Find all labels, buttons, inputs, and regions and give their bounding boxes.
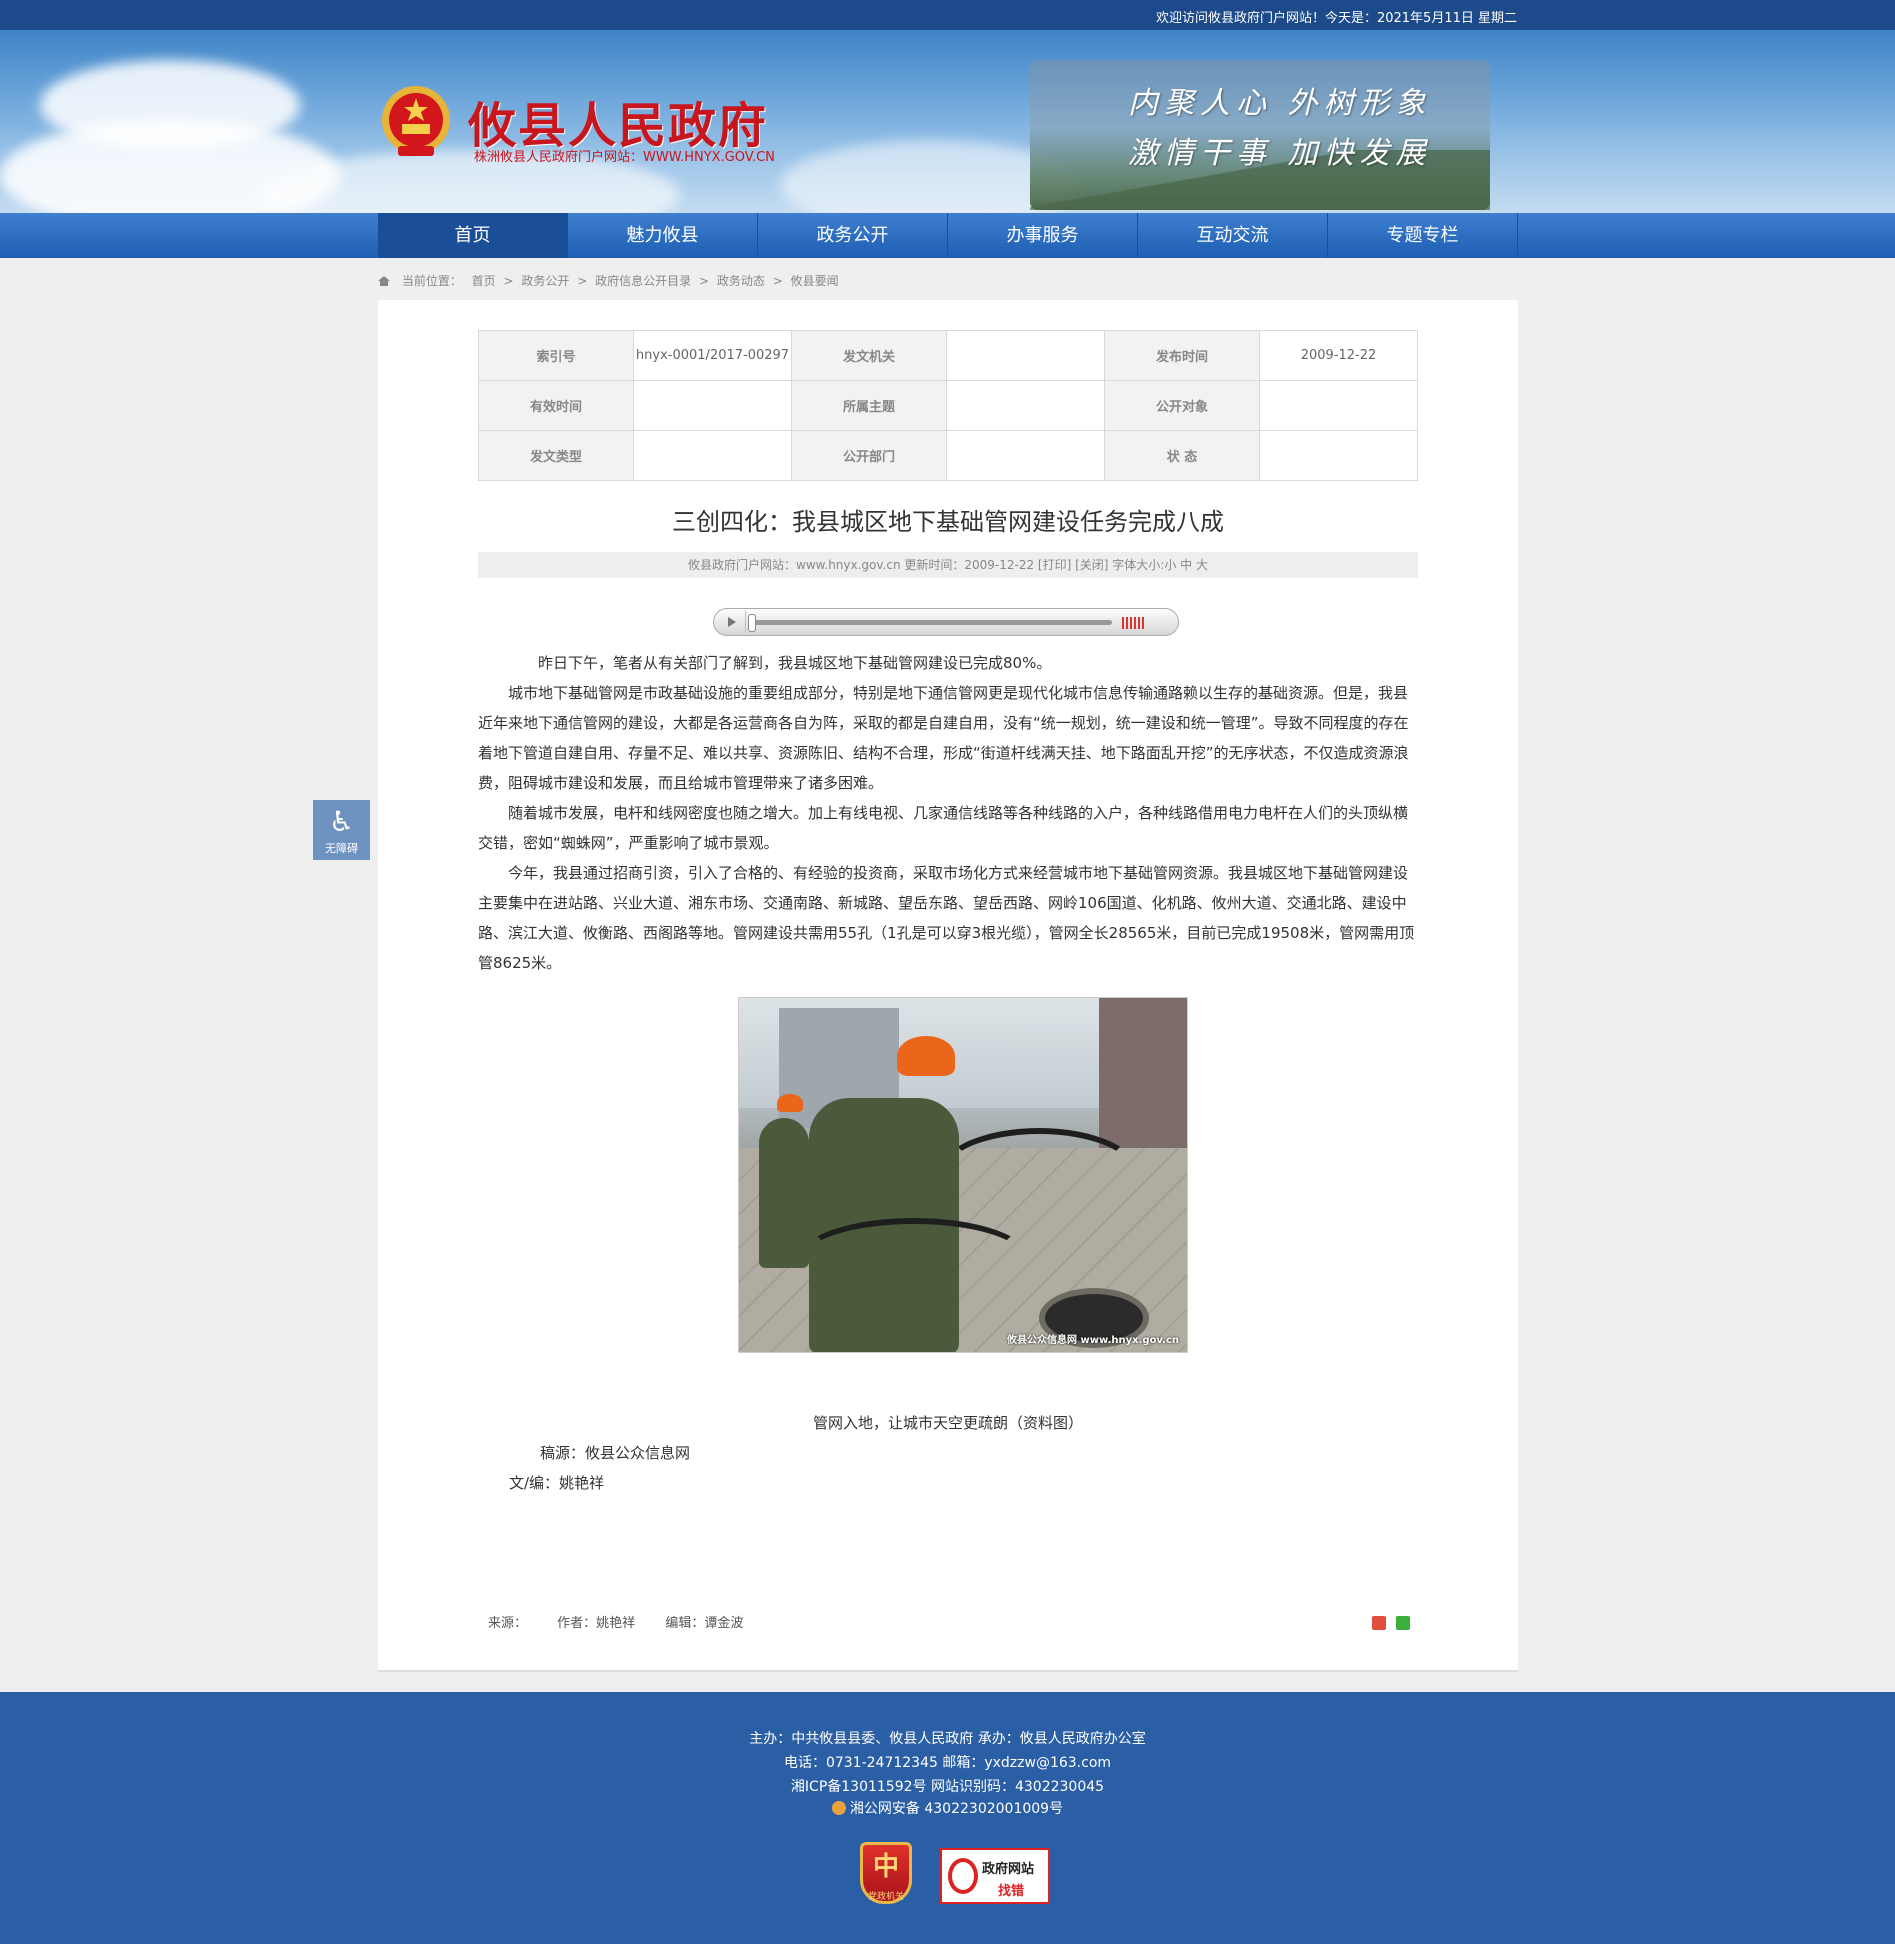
photo-cable (939, 1128, 1139, 1218)
meta-value: 2009-12-22 (1259, 330, 1418, 381)
party-gov-badge-glyph: 中 (872, 1852, 899, 1882)
audio-progress-handle[interactable] (748, 614, 756, 632)
meta-label: 索引号 (478, 330, 634, 381)
meta-label: 公开部门 (791, 430, 947, 481)
breadcrumb-item-home[interactable]: 首页 (472, 274, 496, 288)
metadata-table: 索引号 hnyx-0001/2017-00297 发文机关 发布时间 2009-… (478, 330, 1418, 481)
breadcrumb-item-catalog[interactable]: 政府信息公开目录 (595, 274, 691, 288)
article-title: 三创四化：我县城区地下基础管网建设任务完成八成 (672, 508, 1224, 536)
nav-item-services[interactable]: 办事服务 (948, 213, 1138, 258)
photo-worker (759, 1118, 809, 1268)
main-nav: 首页 魅力攸县 政务公开 办事服务 互动交流 专题专栏 (0, 213, 1895, 258)
article-editor: 文/编：姚艳祥 (509, 1474, 605, 1492)
nav-item-charm[interactable]: 魅力攸县 (568, 213, 758, 258)
error-badge-action: 找错 (998, 1884, 1025, 1899)
party-gov-badge[interactable]: 中 党政机关 (860, 1842, 912, 1904)
breadcrumb-separator: > (503, 274, 514, 288)
welcome-text: 欢迎访问攸县政府门户网站！今天是：2021年5月11日 星期二 (1155, 11, 1517, 26)
site-footer: 主办：中共攸县县委、攸县人民政府 承办：攸县人民政府办公室 电话：0731-24… (0, 1692, 1895, 1944)
footer-source: 来源： (488, 1616, 528, 1631)
article-photo: 攸县公众信息网 www.hnyx.gov.cn (738, 997, 1188, 1353)
gov-site-error-report-badge[interactable]: 政府网站 找错 (940, 1848, 1050, 1904)
breadcrumb-prefix: 当前位置： (401, 274, 462, 288)
meta-label: 有效时间 (478, 380, 634, 431)
breadcrumb: 当前位置： 首页 > 政务公开 > 政府信息公开目录 > 政务动态 > 攸县要闻 (378, 272, 839, 289)
police-badge-icon (831, 1801, 846, 1815)
wheelchair-icon: ♿ (328, 805, 355, 838)
article-panel: 索引号 hnyx-0001/2017-00297 发文机关 发布时间 2009-… (378, 300, 1518, 1672)
play-button[interactable] (716, 611, 746, 633)
meta-value (1259, 430, 1418, 481)
nav-item-interaction[interactable]: 互动交流 (1138, 213, 1328, 258)
header-banner: 内聚人心 外树形象 激情干事 加快发展 攸县人民政府 株洲攸县人民政府门户网站：… (0, 30, 1895, 213)
meta-value (1259, 380, 1418, 431)
meta-value (633, 430, 792, 481)
footer-author: 作者：姚艳祥 (557, 1616, 636, 1631)
article-footer-meta: 来源： 作者：姚艳祥 编辑：谭金波 (488, 1612, 769, 1631)
nav-item-gov-affairs[interactable]: 政务公开 (758, 213, 948, 258)
footer-organizer: 主办：中共攸县县委、攸县人民政府 承办：攸县人民政府办公室 (749, 1731, 1146, 1747)
footer-icp[interactable]: 湘ICP备13011592号 网站识别码：4302230045 (0, 1776, 1895, 1796)
breadcrumb-item-gov-affairs[interactable]: 政务公开 (521, 274, 569, 288)
top-bar: 欢迎访问攸县政府门户网站！今天是：2021年5月11日 星期二 (0, 0, 1895, 30)
article-paragraph: 随着城市发展，电杆和线网密度也随之增大。加上有线电视、几家通信线路等各种线路的入… (478, 804, 1409, 852)
article-source: 稿源：攸县公众信息网 (540, 1444, 691, 1462)
article-paragraph: 昨日下午，笔者从有关部门了解到，我县城区地下基础管网建设已完成80%。 (538, 654, 1052, 672)
weibo-share-icon[interactable] (1372, 1616, 1386, 1630)
volume-icon[interactable] (1122, 617, 1146, 629)
meta-label: 发布时间 (1104, 330, 1260, 381)
article-paragraph: 城市地下基础管网是市政基础设施的重要组成部分，特别是地下通信管网更是现代化城市信… (478, 684, 1409, 792)
meta-value (946, 380, 1105, 431)
photo-cable (799, 1218, 1029, 1298)
breadcrumb-item-county-news[interactable]: 攸县要闻 (791, 274, 839, 288)
article-info-bar: 攸县政府门户网站：www.hnyx.gov.cn 更新时间：2009-12-22… (478, 552, 1418, 578)
breadcrumb-separator: > (772, 274, 783, 288)
meta-value (946, 430, 1105, 481)
meta-label: 状 态 (1104, 430, 1260, 481)
meta-label: 发文机关 (791, 330, 947, 381)
audio-player (713, 608, 1179, 636)
party-gov-badge-text: 党政机关 (867, 1892, 904, 1902)
meta-label: 公开对象 (1104, 380, 1260, 431)
nav-item-home[interactable]: 首页 (378, 213, 568, 258)
magnifier-icon (948, 1858, 978, 1894)
breadcrumb-separator: > (577, 274, 588, 288)
breadcrumb-item-news[interactable]: 政务动态 (717, 274, 765, 288)
meta-value (946, 330, 1105, 381)
footer-police-record[interactable]: 湘公网安备 43022302001009号 (0, 1798, 1895, 1818)
audio-progress-track[interactable] (752, 620, 1112, 625)
footer-police-text: 湘公网安备 43022302001009号 (849, 1801, 1064, 1817)
home-icon (378, 276, 390, 286)
accessibility-button[interactable]: ♿ 无障碍 (313, 800, 370, 860)
article-body: 昨日下午，笔者从有关部门了解到，我县城区地下基础管网建设已完成80%。 城市地下… (478, 648, 1418, 978)
photo-helmet (777, 1094, 803, 1112)
footer-contact: 电话：0731-24712345 邮箱：yxdzzw@163.com (783, 1755, 1112, 1771)
national-emblem-icon (382, 86, 450, 156)
slogan-line-2: 激情干事 加快发展 (1128, 136, 1432, 171)
error-badge-title: 政府网站 (982, 1862, 1035, 1877)
meta-label: 发文类型 (478, 430, 634, 481)
photo-watermark: 攸县公众信息网 www.hnyx.gov.cn (1007, 1335, 1179, 1346)
accessibility-label: 无障碍 (325, 842, 358, 855)
meta-label: 所属主题 (791, 380, 947, 431)
photo-helmet (897, 1036, 955, 1076)
footer-editor: 编辑：谭金波 (665, 1616, 744, 1631)
article-paragraph: 今年，我县通过招商引资，引入了合格的、有经验的投资商，采取市场化方式来经营城市地… (478, 864, 1415, 972)
photo-caption: 管网入地，让城市天空更疏朗（资料图） (812, 1414, 1083, 1432)
meta-value: hnyx-0001/2017-00297 (633, 330, 792, 381)
wechat-share-icon[interactable] (1396, 1616, 1410, 1630)
site-subtitle: 株洲攸县人民政府门户网站：WWW.HNYX.GOV.CN (474, 150, 775, 165)
breadcrumb-separator: > (698, 274, 710, 288)
slogan-line-1: 内聚人心 外树形象 (1128, 86, 1432, 121)
meta-value (633, 380, 792, 431)
nav-item-topics[interactable]: 专题专栏 (1328, 213, 1518, 258)
